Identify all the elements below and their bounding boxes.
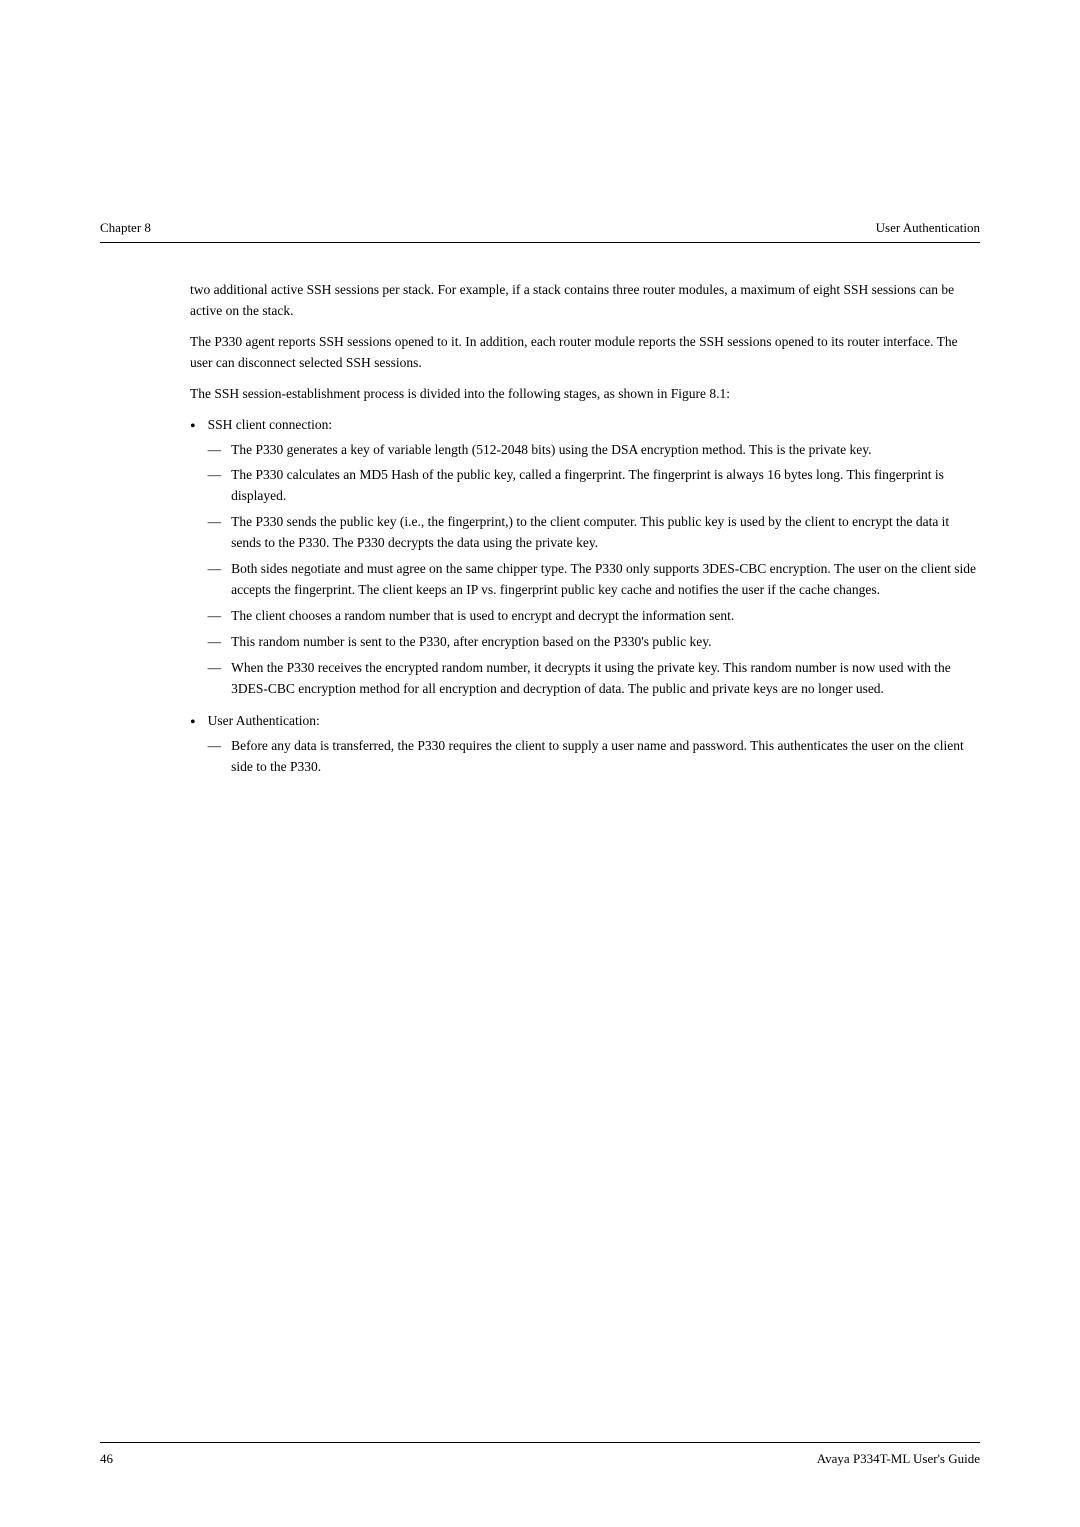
sub-content-ssh-1: The P330 generates a key of variable len… <box>231 440 980 461</box>
sub-dash-5: — <box>208 606 222 627</box>
sub-item-ssh-7: — When the P330 receives the encrypted r… <box>208 658 980 700</box>
bullet-item-auth: • User Authentication: — Before any data… <box>190 711 980 783</box>
sub-dash-1: — <box>208 440 222 461</box>
sub-item-ssh-1: — The P330 generates a key of variable l… <box>208 440 980 461</box>
sub-content-ssh-3: The P330 sends the public key (i.e., the… <box>231 512 980 554</box>
ssh-sub-list: — The P330 generates a key of variable l… <box>208 440 980 700</box>
auth-sub-list: — Before any data is transferred, the P3… <box>208 736 980 778</box>
header-section: User Authentication <box>876 220 980 236</box>
content-area: two additional active SSH sessions per s… <box>190 280 980 788</box>
sub-item-ssh-4: — Both sides negotiate and must agree on… <box>208 559 980 601</box>
page-header: Chapter 8 User Authentication <box>100 220 980 243</box>
sub-content-ssh-6: This random number is sent to the P330, … <box>231 632 980 653</box>
sub-item-auth-1: — Before any data is transferred, the P3… <box>208 736 980 778</box>
bullet-item-ssh: • SSH client connection: — The P330 gene… <box>190 415 980 705</box>
sub-dash-auth-1: — <box>208 736 222 757</box>
header-chapter: Chapter 8 <box>100 220 151 236</box>
sub-item-ssh-3: — The P330 sends the public key (i.e., t… <box>208 512 980 554</box>
main-bullet-list: • SSH client connection: — The P330 gene… <box>190 415 980 783</box>
sub-content-ssh-2: The P330 calculates an MD5 Hash of the p… <box>231 465 980 507</box>
bullet-label-ssh: SSH client connection: <box>208 417 332 432</box>
bullet-dot-auth: • <box>190 712 196 734</box>
sub-item-ssh-2: — The P330 calculates an MD5 Hash of the… <box>208 465 980 507</box>
sub-content-auth-1: Before any data is transferred, the P330… <box>231 736 980 778</box>
bullet-label-auth: User Authentication: <box>208 713 320 728</box>
sub-content-ssh-7: When the P330 receives the encrypted ran… <box>231 658 980 700</box>
sub-item-ssh-5: — The client chooses a random number tha… <box>208 606 980 627</box>
footer-page-number: 46 <box>100 1451 113 1467</box>
sub-dash-2: — <box>208 465 222 486</box>
sub-content-ssh-5: The client chooses a random number that … <box>231 606 980 627</box>
paragraph-2: The P330 agent reports SSH sessions open… <box>190 332 980 374</box>
sub-dash-3: — <box>208 512 222 533</box>
footer-document-title: Avaya P334T-ML User's Guide <box>817 1451 980 1467</box>
paragraph-3: The SSH session-establishment process is… <box>190 384 980 405</box>
sub-dash-4: — <box>208 559 222 580</box>
paragraph-1: two additional active SSH sessions per s… <box>190 280 980 322</box>
sub-item-ssh-6: — This random number is sent to the P330… <box>208 632 980 653</box>
sub-dash-6: — <box>208 632 222 653</box>
page: Chapter 8 User Authentication two additi… <box>0 0 1080 1527</box>
sub-dash-7: — <box>208 658 222 679</box>
bullet-dot-ssh: • <box>190 416 196 438</box>
bullet-content-auth: User Authentication: — Before any data i… <box>208 711 980 783</box>
sub-content-ssh-4: Both sides negotiate and must agree on t… <box>231 559 980 601</box>
page-footer: 46 Avaya P334T-ML User's Guide <box>100 1442 980 1467</box>
bullet-content-ssh: SSH client connection: — The P330 genera… <box>208 415 980 705</box>
